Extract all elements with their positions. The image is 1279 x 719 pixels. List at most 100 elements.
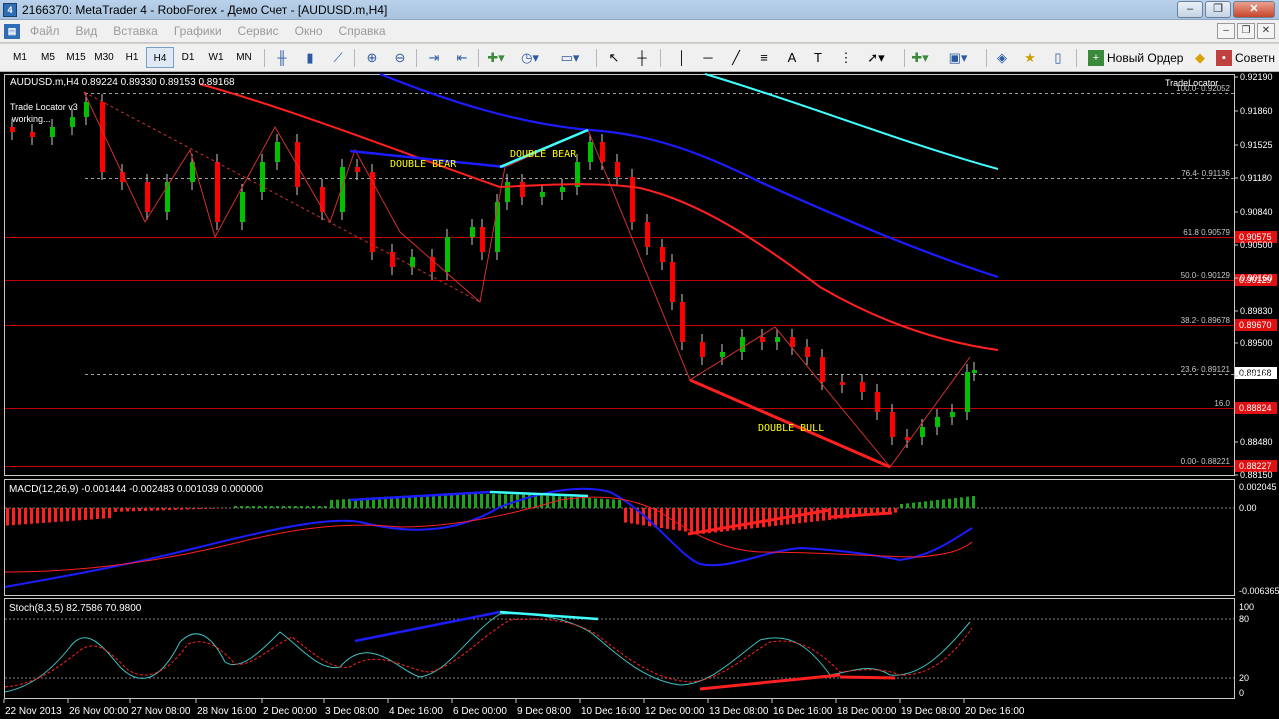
text-tool-icon[interactable]: A <box>782 48 802 68</box>
metatrader-icon[interactable]: 4 <box>3 3 17 17</box>
arrows-icon[interactable]: ➚▾ <box>866 48 886 68</box>
horizontal-line-icon[interactable]: ─ <box>698 48 718 68</box>
zoom-out-icon[interactable]: ⊖ <box>390 48 410 68</box>
price-axis: 0.92190 0.91860 0.91525 0.91180 0.90840 0.905… <box>1234 72 1273 480</box>
crosshair-icon[interactable]: ┼ <box>632 48 652 68</box>
minimize-button[interactable]: – <box>1177 1 1203 18</box>
vertical-line-icon[interactable]: │ <box>672 48 692 68</box>
macd-histogram-bar <box>468 494 471 508</box>
periods-clock-icon[interactable]: ◷▾ <box>520 48 540 68</box>
macd-histogram-bar <box>666 508 669 529</box>
stoch-main-line <box>4 613 971 693</box>
macd-histogram-bar <box>948 498 951 508</box>
fib-level-label: 61.8 0.90579 <box>1183 228 1230 237</box>
macd-histogram-bar <box>18 508 21 525</box>
macd-histogram-bar <box>672 508 675 530</box>
candle-body <box>260 162 265 192</box>
time-axis-label: 9 Dec 08:00 <box>517 706 571 717</box>
time-axis-label: 6 Dec 00:00 <box>453 706 507 717</box>
toolbar-separator <box>596 49 597 67</box>
timeframe-h4-button[interactable]: H4 <box>146 47 174 68</box>
candle-body <box>920 427 925 437</box>
chart-minimize-button[interactable]: – <box>1217 23 1235 39</box>
menu-file[interactable]: Файл <box>28 24 70 38</box>
expert-advisors-warning-icon[interactable]: ◆ <box>1190 48 1210 68</box>
chart-restore-button[interactable]: ❐ <box>1237 23 1255 39</box>
candle-body <box>660 247 665 262</box>
new-order-button[interactable]: + Новый Ордер <box>1084 47 1187 69</box>
timeframe-mn-button[interactable]: MN <box>230 47 258 68</box>
fibonacci-icon[interactable]: ⋮ <box>836 48 856 68</box>
navigator-icon[interactable]: ★ <box>1020 48 1040 68</box>
indicators-icon[interactable]: ✚▾ <box>486 48 506 68</box>
candle-body <box>615 162 620 177</box>
candlestick-chart-icon[interactable]: ▮ <box>300 48 320 68</box>
new-chart-icon[interactable]: ✚▾ <box>910 48 930 68</box>
candle-body <box>740 337 745 352</box>
price-axis-label: 0.91860 <box>1240 106 1273 116</box>
chart-canvas[interactable]: 100.0- 0.9205276.4- 0.9113661.8 0.90579 0… <box>0 72 1279 719</box>
candle-body <box>540 192 545 197</box>
chart-window[interactable]: 100.0- 0.92052 76.4- 0.91136 61.8 0.90579 0… <box>0 72 1279 719</box>
timeframe-d1-button[interactable]: D1 <box>174 47 202 68</box>
candle-body <box>670 262 675 302</box>
chart-close-button[interactable]: ✕ <box>1257 23 1275 39</box>
market-watch-icon[interactable]: ◈ <box>992 48 1012 68</box>
macd-histogram-bar <box>84 508 87 520</box>
macd-histogram-bar <box>36 508 39 524</box>
macd-histogram-bar <box>276 506 279 508</box>
menu-view[interactable]: Вид <box>74 24 108 38</box>
profiles-icon[interactable]: ▣▾ <box>948 48 968 68</box>
bar-chart-icon[interactable]: ╫ <box>272 48 292 68</box>
channel-icon[interactable]: ≡ <box>754 48 774 68</box>
menu-charts[interactable]: Графики <box>172 24 232 38</box>
line-chart-icon[interactable]: ⟋ <box>328 48 348 68</box>
menu-window[interactable]: Окно <box>293 24 333 38</box>
macd-histogram-bar <box>564 496 567 508</box>
fib-level-label: 23.6- 0.89121 <box>1181 365 1231 374</box>
time-axis-label: 22 Nov 2013 <box>5 706 62 717</box>
expert-advisors-button[interactable]: ▪ Советн <box>1212 47 1279 69</box>
toolbar-separator <box>478 49 479 67</box>
candle-body <box>588 142 593 162</box>
macd-histogram-bar <box>306 506 309 508</box>
cursor-icon[interactable]: ↖ <box>604 48 624 68</box>
maximize-button[interactable]: ❐ <box>1205 1 1231 18</box>
chart-shift-icon[interactable]: ⇥ <box>424 48 444 68</box>
timeframe-m1-button[interactable]: M1 <box>6 47 34 68</box>
terminal-icon[interactable]: ▯ <box>1048 48 1068 68</box>
candle-body <box>390 252 395 267</box>
timeframe-w1-button[interactable]: W1 <box>202 47 230 68</box>
timeframe-h1-button[interactable]: H1 <box>118 47 146 68</box>
price-axis-label: 0.90500 <box>1240 240 1273 250</box>
timeframe-m15-button[interactable]: M15 <box>62 47 90 68</box>
macd-histogram-bar <box>246 506 249 508</box>
menu-insert[interactable]: Вставка <box>111 24 168 38</box>
menu-tools[interactable]: Сервис <box>236 24 289 38</box>
autoscroll-icon[interactable]: ⇤ <box>452 48 472 68</box>
macd-histogram-bar <box>522 494 525 508</box>
macd-divergence-bull-2 <box>829 511 893 519</box>
fib-level-label: 50.0- 0.90129 <box>1181 271 1231 280</box>
templates-icon[interactable]: ▭▾ <box>560 48 580 68</box>
close-button[interactable]: ✕ <box>1233 1 1275 18</box>
candle-body <box>905 437 910 440</box>
macd-histogram-bar <box>72 508 75 521</box>
macd-histogram-bar <box>126 508 129 512</box>
text-label-icon[interactable]: T <box>808 48 828 68</box>
fib-level-label: 16.0 <box>1214 399 1230 408</box>
chart-window-icon[interactable]: ▤ <box>4 24 20 39</box>
macd-histogram-bar <box>534 495 537 508</box>
macd-histogram-bar <box>444 494 447 508</box>
timeframe-m30-button[interactable]: M30 <box>90 47 118 68</box>
macd-histogram <box>6 494 975 534</box>
zoom-in-icon[interactable]: ⊕ <box>362 48 382 68</box>
menu-help[interactable]: Справка <box>337 24 396 38</box>
title-bar: 4 2166370: MetaTrader 4 - RoboForex - Де… <box>0 0 1279 20</box>
price-axis-label: 0.89150 <box>1240 371 1273 381</box>
macd-histogram-bar <box>594 498 597 508</box>
timeframe-m5-button[interactable]: M5 <box>34 47 62 68</box>
main-pane-border <box>4 74 1235 476</box>
trendline-icon[interactable]: ╱ <box>726 48 746 68</box>
macd-histogram-bar <box>450 494 453 508</box>
